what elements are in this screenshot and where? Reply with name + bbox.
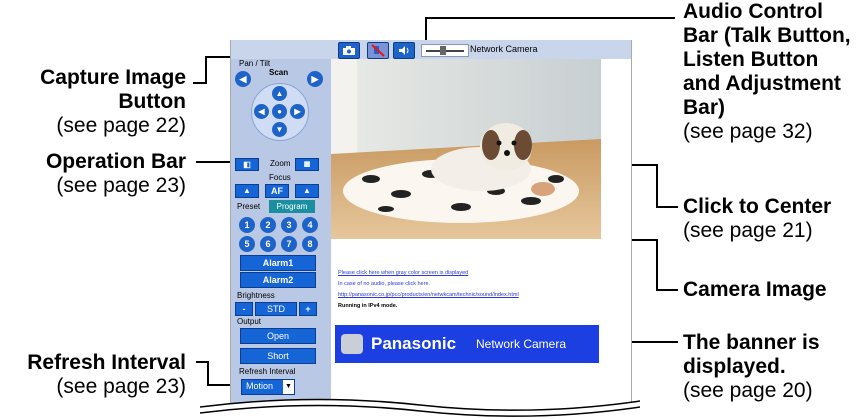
click-center-callout-title: Click to Center [683, 195, 832, 218]
volume-slider-thumb[interactable] [440, 46, 446, 55]
refresh-callout-title: Refresh Interval [27, 351, 186, 374]
refresh-interval-value: Motion [246, 381, 274, 391]
center-button[interactable]: ● [272, 104, 287, 119]
talk-mute-icon [371, 44, 385, 57]
panasonic-banner[interactable]: Panasonic Network Camera [335, 325, 599, 363]
brightness-plus-button[interactable]: + [299, 302, 317, 316]
top-bar: Network Camera [231, 40, 631, 59]
zoom-out-button[interactable]: ▦ [295, 158, 319, 171]
alarm2-button[interactable]: Alarm2 [240, 272, 316, 288]
banner-callout-ref: (see page 20) [683, 379, 813, 402]
operation-callout: Operation Bar (see page 23) [0, 150, 186, 198]
chevron-down-icon[interactable]: ▼ [283, 380, 294, 394]
pan-tilt-pad[interactable]: ▲ ◀ ● ▶ ▼ [251, 83, 309, 141]
capture-callout-title: Capture Image Button [40, 66, 186, 113]
capture-callout-ref: (see page 22) [56, 114, 186, 137]
scan-label: Scan [269, 68, 289, 77]
home-left-button[interactable]: ◀ [235, 71, 251, 87]
click-center-leader-v [656, 164, 658, 208]
audio-callout-title: Audio Control Bar (Talk Button, Listen B… [683, 0, 851, 119]
torn-edge [200, 398, 640, 419]
capture-leader [193, 82, 205, 84]
preset-tab[interactable]: Preset [237, 202, 260, 212]
audio-callout: Audio Control Bar (Talk Button, Listen B… [683, 0, 853, 144]
operation-callout-title: Operation Bar [45, 150, 186, 173]
talk-button[interactable] [367, 42, 389, 59]
preset-button-1[interactable]: 1 [239, 217, 255, 233]
pan-tilt-label: Pan / Tilt [239, 59, 271, 68]
focus-label: Focus [269, 173, 291, 182]
capture-image-button[interactable] [338, 42, 360, 59]
open-button[interactable]: Open [240, 328, 316, 344]
alarm1-button[interactable]: Alarm1 [240, 255, 316, 271]
preset-button-7[interactable]: 7 [281, 236, 297, 252]
output-label: Output [237, 317, 262, 326]
operation-leader [196, 161, 230, 163]
preset-button-8[interactable]: 8 [302, 236, 318, 252]
preset-button-2[interactable]: 2 [260, 217, 276, 233]
brightness-minus-button[interactable]: - [235, 302, 253, 316]
refresh-callout: Refresh Interval (see page 23) [0, 351, 186, 399]
speaker-icon [399, 46, 409, 55]
click-center-callout-ref: (see page 21) [683, 219, 813, 242]
tilt-up-button[interactable]: ▲ [272, 86, 287, 101]
banner-logo-icon [341, 334, 363, 354]
pan-left-button[interactable]: ◀ [254, 104, 269, 119]
preset-button-3[interactable]: 3 [281, 217, 297, 233]
no-audio-link[interactable]: In case of no audio, please click here. [338, 281, 430, 287]
zoom-in-button[interactable]: ◧ [235, 158, 259, 171]
preset-button-6[interactable]: 6 [260, 236, 276, 252]
operation-bar: Pan / Tilt ◀ Scan ▶ ▲ ◀ ● ▶ ▼ ◧ Zoom ▦ F… [231, 59, 331, 410]
preset-button-5[interactable]: 5 [239, 236, 255, 252]
audio-leader-h [425, 17, 675, 19]
refresh-interval-select[interactable]: Motion ▼ [241, 379, 295, 395]
focus-far-button[interactable]: ▲ [295, 184, 319, 198]
banner-callout: The banner is displayed. (see page 20) [683, 331, 858, 403]
camera-image-leader-h2 [656, 289, 678, 291]
operation-callout-ref: (see page 23) [56, 174, 186, 197]
camera-image-scene [331, 59, 601, 239]
brightness-label: Brightness [237, 291, 275, 300]
refresh-leader-h2 [207, 384, 232, 386]
camera-image-callout: Camera Image [683, 278, 858, 302]
gray-screen-link[interactable]: Please click here when gray color screen… [338, 270, 468, 276]
program-tab[interactable]: Program [269, 200, 315, 213]
listen-button[interactable] [393, 42, 415, 59]
brightness-std-button[interactable]: STD [255, 302, 297, 316]
audio-callout-ref: (see page 32) [683, 120, 813, 143]
banner-brand: Panasonic [371, 334, 457, 353]
capture-leader-v [205, 56, 207, 84]
short-button[interactable]: Short [240, 348, 316, 364]
refresh-interval-label: Refresh Interval [239, 367, 296, 376]
refresh-leader-v [207, 361, 209, 385]
preset-button-4[interactable]: 4 [302, 217, 318, 233]
refresh-callout-ref: (see page 23) [56, 375, 186, 398]
banner-text: Network Camera [476, 337, 567, 351]
focus-near-button[interactable]: ▲ [235, 184, 259, 198]
camera-image[interactable] [331, 59, 601, 239]
capture-leader-h2 [205, 56, 230, 58]
pan-right-button[interactable]: ▶ [290, 104, 305, 119]
camera-image-callout-title: Camera Image [683, 278, 827, 301]
camera-icon [343, 46, 355, 55]
tilt-down-button[interactable]: ▼ [272, 122, 287, 137]
sound-info-url-link[interactable]: http://panasonic.co.jp/pcc/products/en/n… [338, 292, 519, 298]
zoom-label: Zoom [270, 159, 291, 168]
capture-callout: Capture Image Button (see page 22) [0, 66, 186, 138]
volume-adjustment-bar[interactable] [421, 44, 469, 57]
camera-image-leader-v [656, 239, 658, 290]
banner-callout-title: The banner is displayed. [683, 331, 820, 378]
network-camera-screen: Network Camera Pan / Tilt ◀ Scan ▶ ▲ ◀ ●… [230, 40, 632, 410]
ipv4-status: Running in IPv4 mode. [338, 303, 398, 309]
click-center-callout: Click to Center (see page 21) [683, 195, 858, 243]
scan-right-button[interactable]: ▶ [307, 71, 323, 87]
topbar-title: Network Camera [470, 44, 538, 54]
autofocus-button[interactable]: AF [265, 184, 289, 198]
click-center-leader-h2 [656, 206, 678, 208]
